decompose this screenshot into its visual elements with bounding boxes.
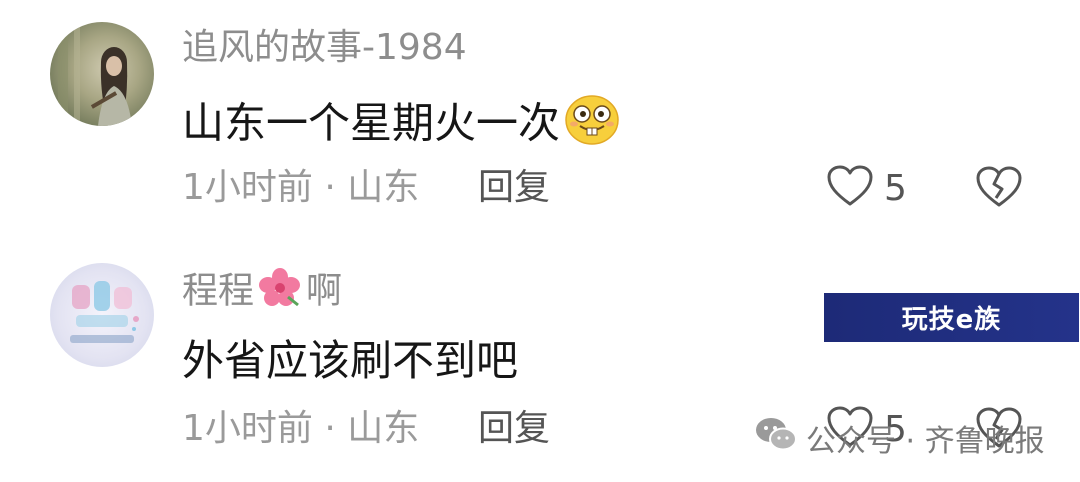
hibiscus-emoji-icon xyxy=(258,267,302,318)
avatar[interactable] xyxy=(50,263,154,367)
comment-time: 1小时前 xyxy=(182,408,313,449)
comment-username[interactable]: 追风的故事-1984 xyxy=(182,26,467,70)
username-suffix: 啊 xyxy=(306,270,343,312)
comment-meta: 1小时前 · 山东 xyxy=(182,407,419,451)
watermark: 公众号 · 齐鲁晚报 xyxy=(754,416,1045,460)
like-count: 5 xyxy=(884,167,907,209)
comment-content: 外省应该刷不到吧 xyxy=(182,336,519,385)
reply-button[interactable]: 回复 xyxy=(478,407,550,451)
watermark-text: 公众号 · 齐鲁晚报 xyxy=(806,424,1045,459)
comment-content: 山东一个星期火一次 xyxy=(182,98,561,148)
comment-meta: 1小时前 · 山东 xyxy=(182,166,419,210)
broken-heart-icon xyxy=(974,166,1024,214)
reply-button[interactable]: 回复 xyxy=(478,166,550,210)
meta-separator: · xyxy=(324,408,336,449)
comment-time: 1小时前 xyxy=(182,167,313,208)
comment-location: 山东 xyxy=(347,167,420,208)
like-button[interactable]: 5 xyxy=(826,164,907,212)
avatar-text-art-icon xyxy=(70,281,139,343)
comment-location: 山东 xyxy=(347,408,420,449)
meta-separator: · xyxy=(324,167,336,208)
username-prefix: 程程 xyxy=(182,270,255,312)
avatar[interactable] xyxy=(50,22,154,126)
wechat-icon xyxy=(754,415,798,461)
avatar-photo-girl-icon xyxy=(58,22,132,126)
comment-username[interactable]: 程程 啊 xyxy=(182,267,342,318)
comment-item: 追风的故事-1984 山东一个星期火一次 1小时前 · 山东 回复 5 xyxy=(0,0,1080,241)
dislike-button[interactable] xyxy=(974,164,1024,212)
ad-banner[interactable]: 玩技e族 xyxy=(824,293,1079,342)
comment-text: 山东一个星期火一次 xyxy=(182,94,620,158)
grinning-buck-teeth-emoji-icon xyxy=(564,94,620,158)
heart-icon xyxy=(826,164,874,212)
